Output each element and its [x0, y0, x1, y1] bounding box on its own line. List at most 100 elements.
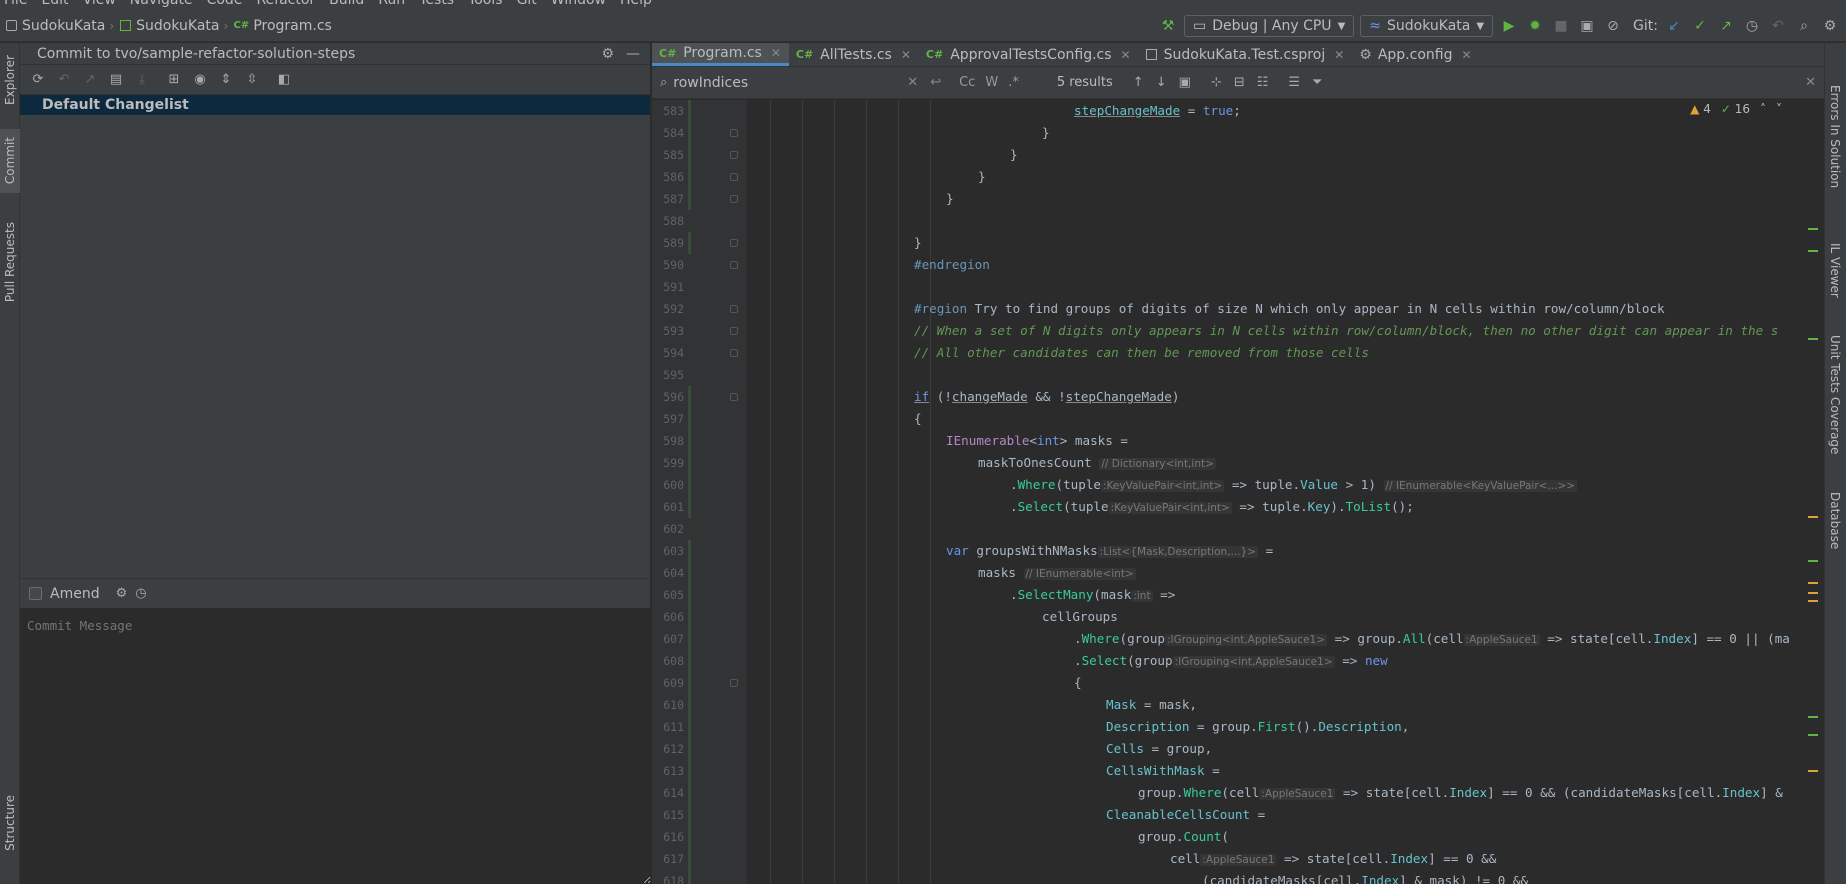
change-marker[interactable] [1808, 338, 1818, 340]
menu-edit[interactable]: Edit [41, 0, 68, 8]
breadcrumb-solution[interactable]: SudokuKata › [0, 18, 114, 34]
run-target-select[interactable]: ≈ SudokuKata ▼ [1360, 15, 1494, 37]
code-line-618[interactable]: (candidateMasks[cell.Index] & mask) != 0… [1202, 870, 1528, 884]
code-line-605[interactable]: .SelectMany(mask:int => [1010, 584, 1175, 606]
tab-app-config[interactable]: ⚙ App.config ✕ [1352, 43, 1479, 66]
code-line-614[interactable]: group.Where(cell:AppleSauce1 => state[ce… [1138, 782, 1783, 804]
vcs-change-marker[interactable] [688, 452, 691, 474]
line-number[interactable]: 611 [652, 720, 684, 734]
configuration-select[interactable]: ▭ Debug | Any CPU ▼ [1184, 15, 1355, 37]
line-number[interactable]: 591 [652, 280, 684, 294]
line-number[interactable]: 595 [652, 368, 684, 382]
git-push-icon[interactable]: ↗ [1716, 16, 1736, 36]
fold-marker[interactable] [730, 679, 738, 687]
shelve-icon[interactable]: ⤓ [132, 70, 152, 90]
code-line-603[interactable]: var groupsWithNMasks:List<{Mask,Descript… [946, 540, 1273, 562]
refresh-icon[interactable]: ⟳ [28, 70, 48, 90]
inspection-widget[interactable]: ▲ 4 ✓ 16 ˄ ˅ [1690, 102, 1782, 116]
error-stripe[interactable] [1806, 120, 1818, 884]
change-marker[interactable] [1808, 582, 1818, 584]
fold-marker[interactable] [730, 173, 738, 181]
menu-window[interactable]: Window [551, 0, 606, 8]
line-number[interactable]: 598 [652, 434, 684, 448]
changelist-tree[interactable] [20, 115, 650, 583]
fold-marker[interactable] [730, 195, 738, 203]
tool-tab-il-viewer[interactable]: IL Viewer [1825, 235, 1845, 305]
fold-marker[interactable] [730, 349, 738, 357]
whole-word-toggle[interactable]: W [985, 75, 998, 90]
add-selection-icon[interactable]: ⊹ [1211, 75, 1222, 90]
tab-program-cs[interactable]: C# Program.cs ✕ [652, 43, 789, 66]
line-number[interactable]: 615 [652, 808, 684, 822]
tool-tab-commit[interactable]: Commit [0, 129, 20, 193]
git-update-icon[interactable]: ↙ [1664, 16, 1684, 36]
line-number[interactable]: 588 [652, 214, 684, 228]
commit-message-input[interactable] [20, 608, 651, 884]
rollback-icon[interactable]: ↶ [54, 70, 74, 90]
menu-tools[interactable]: Tools [468, 0, 503, 8]
code-line-584[interactable]: } [1042, 122, 1050, 144]
code-line-615[interactable]: CleanableCellsCount = [1106, 804, 1265, 826]
history-icon[interactable]: ◷ [135, 586, 146, 601]
fold-marker[interactable] [730, 261, 738, 269]
minimize-icon[interactable]: — [626, 46, 640, 62]
code-line-601[interactable]: .Select(tuple:KeyValuePair<int,int> => t… [1010, 496, 1414, 518]
line-number[interactable]: 590 [652, 258, 684, 272]
collapse-all-icon[interactable]: ⇳ [242, 70, 262, 90]
line-number[interactable]: 616 [652, 830, 684, 844]
line-number[interactable]: 584 [652, 126, 684, 140]
menu-view[interactable]: View [83, 0, 116, 8]
change-marker[interactable] [1808, 734, 1818, 736]
code-line-585[interactable]: } [1010, 144, 1018, 166]
menu-tests[interactable]: Tests [419, 0, 454, 8]
code-line-593[interactable]: // When a set of N digits only appears i… [914, 320, 1778, 342]
code-line-594[interactable]: // All other candidates can then be remo… [914, 342, 1369, 364]
code-line-586[interactable]: } [978, 166, 986, 188]
change-marker[interactable] [1808, 250, 1818, 252]
line-number[interactable]: 583 [652, 104, 684, 118]
history-icon[interactable]: ◷ [1742, 16, 1762, 36]
line-number[interactable]: 610 [652, 698, 684, 712]
code-line-590[interactable]: #endregion [914, 254, 990, 276]
match-case-toggle[interactable]: Cc [959, 75, 975, 90]
code-line-589[interactable]: } [914, 232, 922, 254]
line-number[interactable]: 617 [652, 852, 684, 866]
tool-tab-structure[interactable]: Structure [0, 783, 20, 863]
code-line-587[interactable]: } [946, 188, 954, 210]
menu-run[interactable]: Run [378, 0, 405, 8]
tab-sudokukata-test-csproj[interactable]: SudokuKata.Test.csproj ✕ [1139, 43, 1353, 66]
vcs-change-marker[interactable] [688, 100, 691, 122]
code-line-600[interactable]: .Where(tuple:KeyValuePair<int,int> => tu… [1010, 474, 1578, 496]
gear-icon[interactable]: ⚙ [1820, 16, 1840, 36]
line-number[interactable]: 601 [652, 500, 684, 514]
amend-checkbox[interactable] [29, 587, 42, 600]
line-number[interactable]: 613 [652, 764, 684, 778]
vcs-change-marker[interactable] [688, 804, 691, 826]
tool-tab-errors-in-solution[interactable]: Errors In Solution [1825, 67, 1845, 207]
vcs-change-marker[interactable] [688, 606, 691, 628]
regex-toggle[interactable]: .* [1008, 75, 1019, 90]
menu-git[interactable]: Git [517, 0, 537, 8]
menu-navigate[interactable]: Navigate [130, 0, 193, 8]
code-line-611[interactable]: Description = group.First().Description, [1106, 716, 1409, 738]
code-line-599[interactable]: maskToOnesCount // Dictionary<int,int> [978, 452, 1216, 474]
search-icon[interactable]: ⌕ [1794, 16, 1814, 36]
menu-build[interactable]: Build [329, 0, 364, 8]
breadcrumb-project[interactable]: SudokuKata › [114, 18, 228, 34]
fold-marker[interactable] [730, 151, 738, 159]
line-number[interactable]: 592 [652, 302, 684, 316]
clear-search-icon[interactable]: ✕ [907, 75, 918, 90]
vcs-change-marker[interactable] [688, 848, 691, 870]
vcs-change-marker[interactable] [688, 694, 691, 716]
vcs-change-marker[interactable] [688, 870, 691, 884]
previous-occurrence-icon[interactable]: ↑ [1133, 75, 1144, 90]
change-marker[interactable] [1808, 716, 1818, 718]
code-line-612[interactable]: Cells = group, [1106, 738, 1212, 760]
select-all-occurrences-icon[interactable]: ☷ [1257, 75, 1269, 90]
fold-marker[interactable] [730, 239, 738, 247]
vcs-change-marker[interactable] [688, 650, 691, 672]
git-commit-icon[interactable]: ✓ [1690, 16, 1710, 36]
build-options-icon[interactable]: ▣ [1577, 16, 1597, 36]
code-line-596[interactable]: if (!changeMade && !stepChangeMade) [914, 386, 1179, 408]
new-line-icon[interactable]: ↩ [930, 75, 941, 90]
